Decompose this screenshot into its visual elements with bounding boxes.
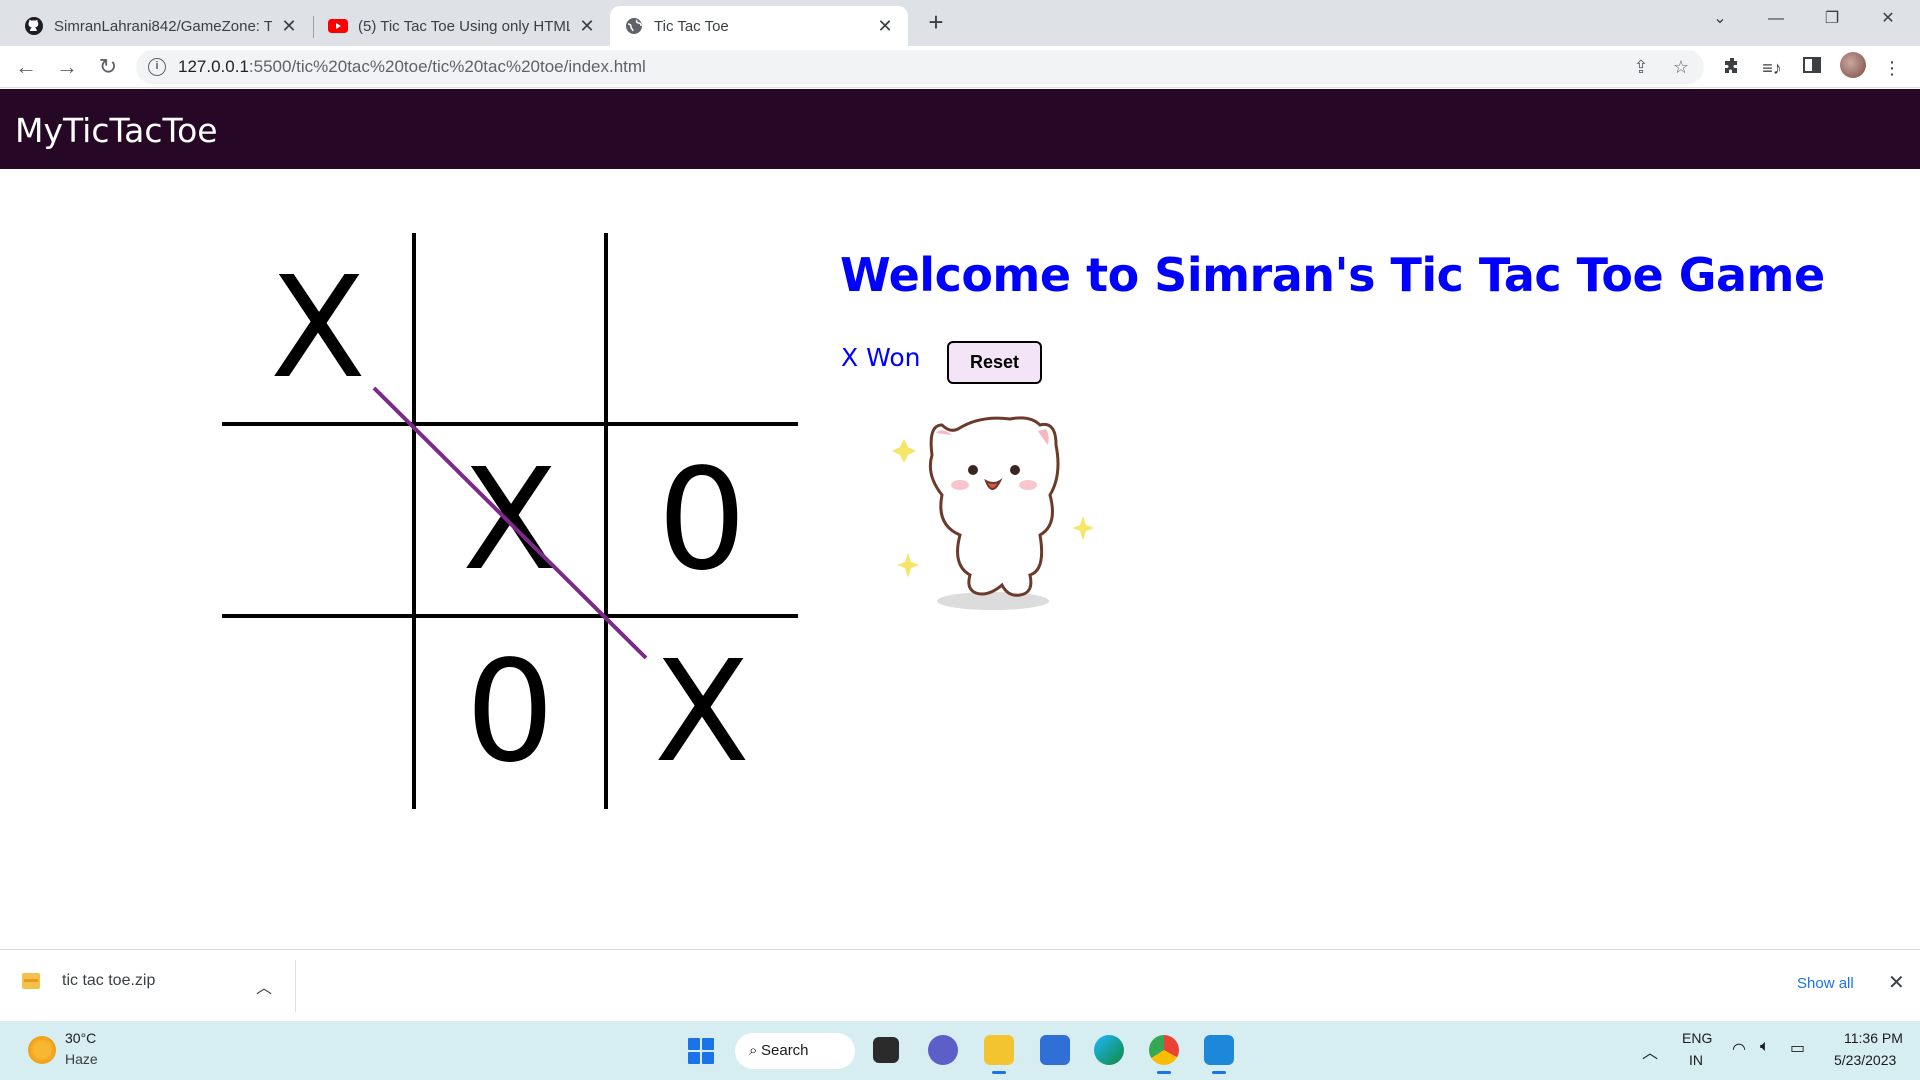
brand-title[interactable]: MyTicTacToe [15, 111, 218, 150]
game-status: X Won [841, 343, 921, 372]
tab-youtube[interactable]: (5) Tic Tac Toe Using only HTML, ( ✕ [314, 6, 610, 46]
reset-button[interactable]: Reset [947, 341, 1042, 384]
task-view-icon[interactable] [873, 1037, 899, 1063]
forward-icon[interactable]: → [51, 51, 83, 83]
search-icon: ⌕ [749, 1042, 758, 1059]
file-explorer-icon[interactable] [984, 1035, 1014, 1074]
region-label[interactable]: IN [1689, 1052, 1703, 1068]
download-bar: tic tac toe.zip ︿ Show all ✕ [0, 949, 1920, 1021]
microsoft-store-icon[interactable] [1040, 1035, 1070, 1065]
side-panel-icon[interactable] [1800, 56, 1824, 80]
wifi-icon[interactable]: ◠ [1732, 1039, 1746, 1059]
window-close-button[interactable]: ✕ [1860, 0, 1916, 38]
show-all-link[interactable]: Show all [1797, 975, 1854, 992]
edge-icon[interactable] [1094, 1035, 1124, 1065]
download-filename: tic tac toe.zip [62, 972, 156, 989]
download-item[interactable]: tic tac toe.zip [22, 972, 155, 990]
address-bar[interactable]: i 127.0.0.1:5500/tic%20tac%20toe/tic%20t… [136, 50, 1704, 84]
language-label[interactable]: ENG [1682, 1030, 1712, 1046]
taskbar: 30°C Haze ⌕ Search ︿ ENG IN ◠ 🔈︎ ▭ 11:36… [0, 1021, 1920, 1080]
teams-chat-icon[interactable] [928, 1035, 958, 1065]
close-icon[interactable]: ✕ [1888, 970, 1905, 995]
youtube-icon [328, 16, 348, 36]
close-icon[interactable]: ✕ [876, 16, 894, 37]
github-icon [24, 16, 44, 36]
url-text[interactable]: 127.0.0.1:5500/tic%20tac%20toe/tic%20tac… [178, 50, 646, 84]
chevron-up-icon[interactable]: ︿ [1642, 1039, 1658, 1063]
new-tab-button[interactable]: + [921, 8, 951, 38]
search-label: Search [761, 1042, 809, 1059]
star-icon[interactable]: ☆ [1670, 56, 1692, 78]
globe-icon [624, 16, 644, 36]
clock-date[interactable]: 5/23/2023 [1834, 1052, 1896, 1068]
clock-time[interactable]: 11:36 PM [1844, 1030, 1903, 1046]
restore-button[interactable]: ❐ [1804, 0, 1860, 38]
zip-file-icon [22, 973, 40, 989]
close-icon[interactable]: ✕ [280, 16, 298, 37]
taskbar-search[interactable]: ⌕ Search [735, 1033, 855, 1069]
weather-sun-icon[interactable] [28, 1036, 56, 1064]
reload-icon[interactable]: ↻ [92, 51, 124, 83]
share-icon[interactable]: ⇪ [1630, 56, 1652, 78]
navbar: MyTicTacToe [0, 89, 1920, 169]
menu-icon[interactable]: ⋮ [1880, 56, 1904, 80]
close-icon[interactable]: ✕ [578, 16, 596, 37]
battery-icon[interactable]: ▭ [1790, 1038, 1805, 1058]
media-icon[interactable]: ≡♪ [1760, 56, 1784, 80]
tab-tic-tac-toe[interactable]: Tic Tac Toe ✕ [610, 6, 908, 46]
vscode-icon[interactable] [1204, 1035, 1234, 1074]
weather-temperature[interactable]: 30°C [65, 1030, 96, 1046]
cat-mascot-image [892, 416, 1094, 610]
profile-avatar[interactable] [1840, 52, 1866, 78]
tab-title: Tic Tac Toe [654, 17, 729, 35]
tab-strip: SimranLahrani842/GameZone: Th ✕ (5) Tic … [0, 0, 1920, 46]
chevron-up-icon[interactable]: ︿ [256, 974, 272, 998]
extensions-icon[interactable] [1720, 56, 1744, 80]
volume-icon[interactable]: 🔈︎ [1760, 1038, 1770, 1056]
chrome-icon[interactable] [1149, 1035, 1179, 1074]
tab-search-icon[interactable]: ⌄ [1692, 0, 1748, 38]
windows-start-icon[interactable] [688, 1038, 714, 1064]
tab-github[interactable]: SimranLahrani842/GameZone: Th ✕ [10, 6, 312, 46]
back-icon[interactable]: ← [10, 51, 42, 83]
weather-description[interactable]: Haze [65, 1051, 98, 1067]
game-board: X X 0 0 X [222, 233, 798, 809]
minimize-button[interactable]: — [1748, 0, 1804, 38]
welcome-heading: Welcome to Simran's Tic Tac Toe Game [840, 248, 1825, 302]
divider [295, 960, 296, 1012]
info-icon[interactable]: i [148, 58, 166, 76]
browser-toolbar: ← → ↻ i 127.0.0.1:5500/tic%20tac%20toe/t… [0, 46, 1920, 88]
win-line [372, 386, 648, 660]
tab-title: (5) Tic Tac Toe Using only HTML, ( [358, 17, 570, 35]
tab-title: SimranLahrani842/GameZone: Th [54, 17, 272, 35]
